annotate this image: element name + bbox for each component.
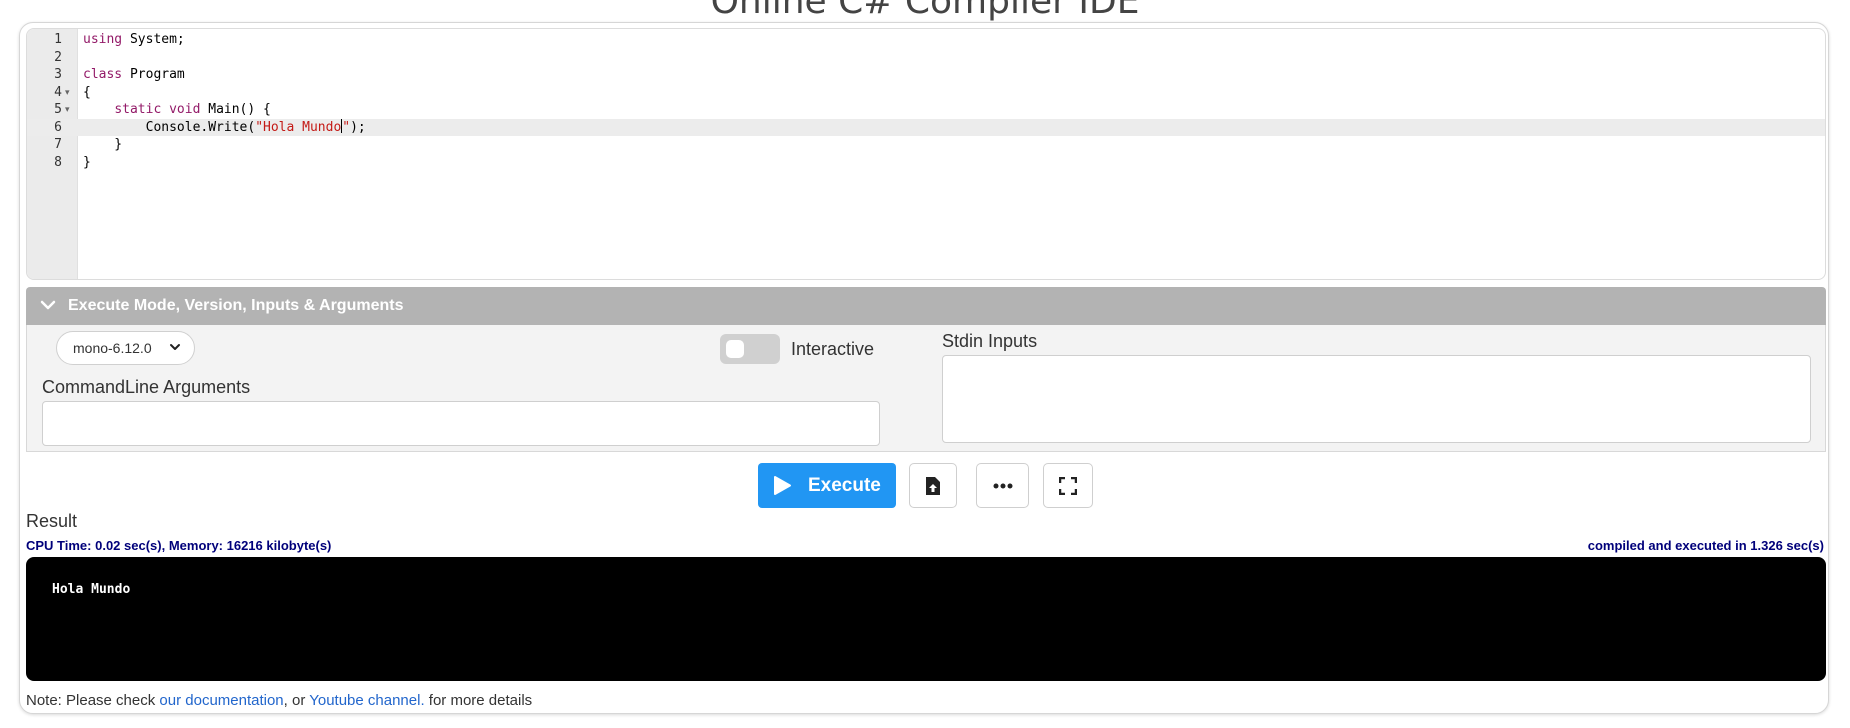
version-value: mono-6.12.0 <box>73 340 152 356</box>
code-line: 3 class Program <box>27 66 1825 84</box>
line-number: 1 <box>54 32 62 47</box>
stdin-textarea[interactable] <box>942 355 1811 443</box>
code-text: } <box>83 154 91 170</box>
text-cursor <box>341 118 343 133</box>
code-line: 7 } <box>27 136 1825 154</box>
code-text: class Program <box>83 67 185 82</box>
line-number: 4 <box>54 84 62 100</box>
fold-arrow-icon[interactable]: ▾ <box>65 101 70 119</box>
fullscreen-button[interactable] <box>1043 463 1093 508</box>
chevron-down-icon <box>170 344 180 350</box>
interactive-label: Interactive <box>791 339 875 359</box>
chevron-down-icon <box>40 300 56 310</box>
code-text: } <box>83 137 123 152</box>
options-panel-body: mono-6.12.0 Interactive CommandLine Argu… <box>26 325 1826 452</box>
line-number: 2 <box>54 49 62 65</box>
note-middle: , or <box>283 692 310 709</box>
code-line: 2 <box>27 49 1825 67</box>
output-console[interactable]: Hola Mundo <box>26 557 1826 681</box>
toggle-knob <box>726 340 744 358</box>
code-line: 4 ▾ { <box>27 84 1825 102</box>
code-text: static void Main() { <box>114 102 271 117</box>
line-number: 5 <box>54 102 62 117</box>
code-line: 1 using System; <box>27 31 1825 49</box>
note-suffix: for more details <box>424 692 533 709</box>
options-panel-header[interactable]: Execute Mode, Version, Inputs & Argument… <box>26 287 1826 325</box>
code-line: 8 } <box>27 154 1825 172</box>
cpu-memory-info: CPU Time: 0.02 sec(s), Memory: 16216 kil… <box>26 538 332 553</box>
execute-label: Execute <box>808 475 881 496</box>
cmdline-label: CommandLine Arguments <box>42 377 251 397</box>
interactive-toggle[interactable] <box>720 334 780 364</box>
stdin-label: Stdin Inputs <box>942 331 1038 351</box>
code-area[interactable]: 1 using System; 2 3 class Program 4 ▾ { … <box>27 31 1825 171</box>
more-options-button[interactable] <box>976 463 1029 508</box>
execute-button[interactable]: Execute <box>758 463 896 508</box>
cmdline-input[interactable] <box>42 401 880 446</box>
upload-file-button[interactable] <box>909 463 957 508</box>
result-label: Result <box>26 511 78 531</box>
output-text: Hola Mundo <box>52 582 131 597</box>
version-select[interactable]: mono-6.12.0 <box>56 331 195 365</box>
code-line-active: 6 Console.Write("Hola Mundo"); <box>27 118 1825 136</box>
code-text: Console.Write("Hola Mundo"); <box>83 118 366 135</box>
note-prefix: Note: Please check <box>26 692 160 709</box>
code-text: using System; <box>83 32 185 47</box>
more-options-icon <box>993 483 1012 488</box>
note-text: Note: Please check our documentation, or… <box>26 692 532 709</box>
fold-arrow-icon[interactable]: ▾ <box>65 84 70 102</box>
compile-time-info: compiled and executed in 1.326 sec(s) <box>1587 538 1824 553</box>
line-number: 8 <box>54 154 62 170</box>
youtube-channel-link[interactable]: Youtube channel. <box>309 692 424 709</box>
play-icon <box>774 476 791 495</box>
line-number: 7 <box>54 137 62 152</box>
line-number: 6 <box>54 119 62 135</box>
documentation-link[interactable]: our documentation <box>159 692 283 709</box>
fullscreen-icon <box>1059 476 1077 495</box>
code-editor[interactable]: 1 using System; 2 3 class Program 4 ▾ { … <box>26 28 1826 280</box>
code-line: 5 ▾ static void Main() { <box>27 101 1825 119</box>
options-panel-title: Execute Mode, Version, Inputs & Argument… <box>68 297 404 314</box>
code-text: { <box>83 84 91 100</box>
upload-file-icon <box>926 476 940 495</box>
line-number: 3 <box>54 67 62 82</box>
